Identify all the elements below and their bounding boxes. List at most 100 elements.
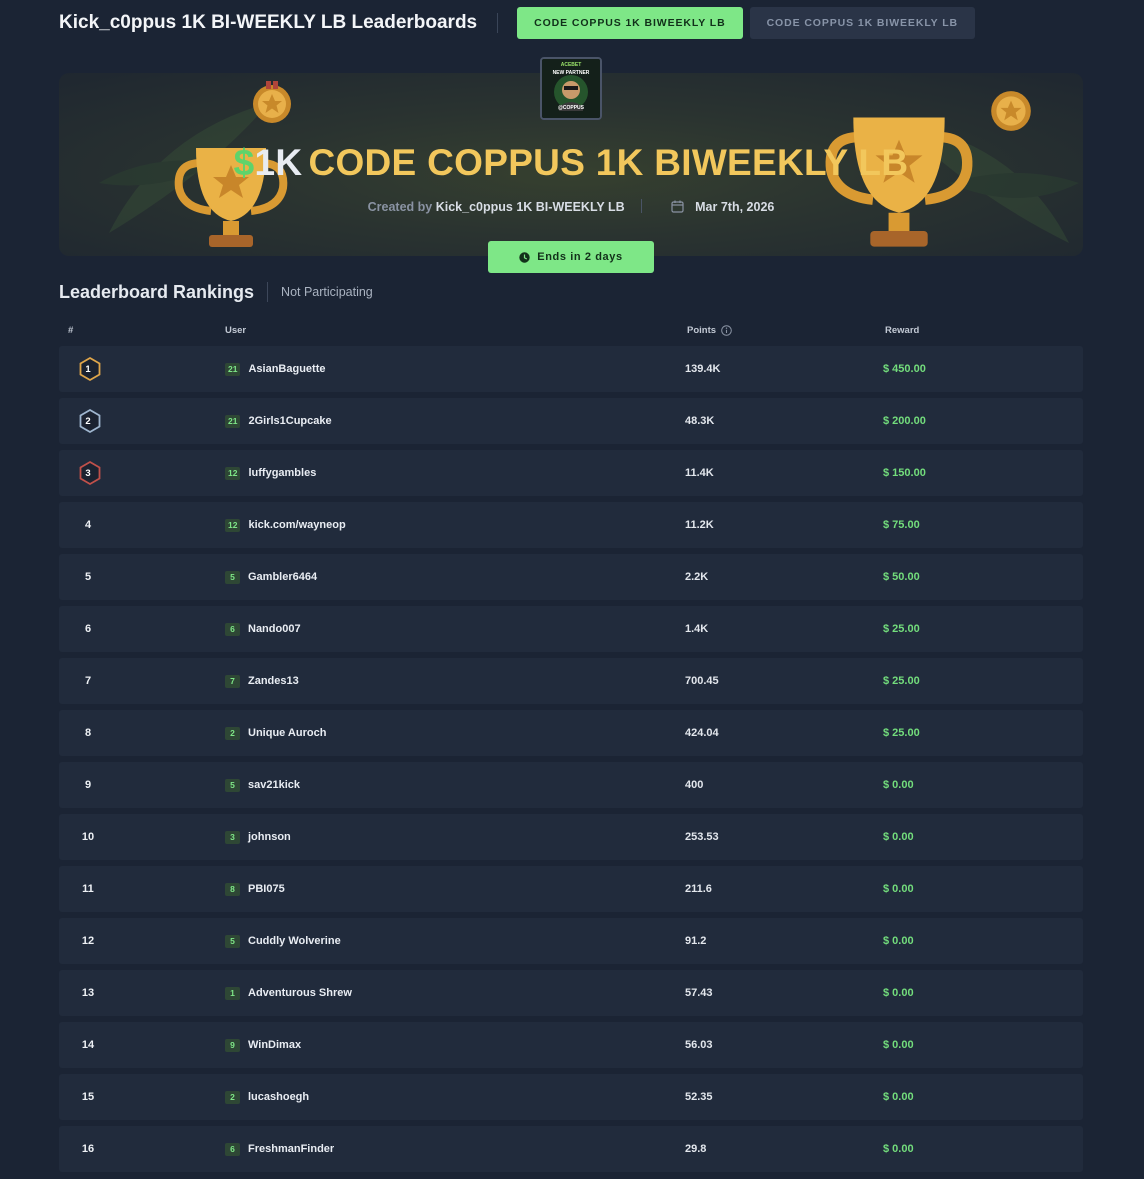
user-cell[interactable]: 12 luffygambles xyxy=(225,450,316,496)
top-bar: Kick_c0ppus 1K BI-WEEKLY LB Leaderboards… xyxy=(59,7,1144,39)
user-cell[interactable]: 12 kick.com/wayneop xyxy=(225,502,346,548)
title-divider xyxy=(497,13,499,33)
rank-cell: 9 xyxy=(77,762,99,808)
avatar-brand: ACEBET xyxy=(560,62,582,68)
reward-cell: $ 0.00 xyxy=(883,1143,914,1155)
table-row[interactable]: 7 7 Zandes13 700.45 $ 25.00 xyxy=(59,658,1083,704)
info-icon[interactable] xyxy=(721,325,732,336)
leaderboard-table: 1 21 AsianBaguette 139.4K $ 450.00 2 21 2Girls1… xyxy=(59,346,1083,1178)
points-cell: 29.8 xyxy=(685,1143,707,1155)
user-level-badge: 2 xyxy=(225,726,240,740)
user-cell[interactable]: 5 Gambler6464 xyxy=(225,554,317,600)
user-level-badge: 5 xyxy=(225,934,240,948)
reward-cell: $ 0.00 xyxy=(883,831,914,843)
table-row[interactable]: 12 5 Cuddly Wolverine 91.2 $ 0.00 xyxy=(59,918,1083,964)
table-row[interactable]: 1 21 AsianBaguette 139.4K $ 450.00 xyxy=(59,346,1083,392)
user-cell[interactable]: 2 lucashoegh xyxy=(225,1074,309,1120)
user-cell[interactable]: 21 AsianBaguette xyxy=(225,346,326,392)
table-row[interactable]: 4 12 kick.com/wayneop 11.2K $ 75.00 xyxy=(59,502,1083,548)
user-cell[interactable]: 8 PBI075 xyxy=(225,866,285,912)
user-level-badge: 5 xyxy=(225,778,240,792)
points-cell: 424.04 xyxy=(685,727,719,739)
rank-cell: 15 xyxy=(77,1074,99,1120)
user-level-badge: 21 xyxy=(225,414,241,428)
rankings-title: Leaderboard Rankings xyxy=(59,281,255,302)
user-level-badge: 12 xyxy=(225,518,241,532)
participation-status: Not Participating xyxy=(281,285,373,299)
rank-cell: 5 xyxy=(77,554,99,600)
reward-cell: $ 0.00 xyxy=(883,935,914,947)
points-cell: 91.2 xyxy=(685,935,707,947)
points-header-label: Points xyxy=(687,325,717,336)
user-cell[interactable]: 3 johnson xyxy=(225,814,291,860)
rank-number: 5 xyxy=(84,571,92,583)
username: Unique Auroch xyxy=(248,727,327,739)
user-cell[interactable]: 1 Adventurous Shrew xyxy=(225,970,352,1016)
username: WinDimax xyxy=(248,1039,302,1051)
user-cell[interactable]: 5 sav21kick xyxy=(225,762,300,808)
table-row[interactable]: 5 5 Gambler6464 2.2K $ 50.00 xyxy=(59,554,1083,600)
rank-cell: 8 xyxy=(77,710,99,756)
rank-medal-icon: 3 xyxy=(77,460,101,486)
user-level-badge: 5 xyxy=(225,570,240,584)
table-row[interactable]: 8 2 Unique Auroch 424.04 $ 25.00 xyxy=(59,710,1083,756)
rank-number: 4 xyxy=(84,519,92,531)
table-row[interactable]: 3 12 luffygambles 11.4K $ 150.00 xyxy=(59,450,1083,496)
username: lucashoegh xyxy=(248,1091,310,1103)
points-cell: 2.2K xyxy=(685,571,709,583)
rank-number: 7 xyxy=(84,675,92,687)
user-cell[interactable]: 5 Cuddly Wolverine xyxy=(225,918,341,964)
rank-cell: 14 xyxy=(77,1022,99,1068)
table-row[interactable]: 14 9 WinDimax 56.03 $ 0.00 xyxy=(59,1022,1083,1068)
table-row[interactable]: 2 21 2Girls1Cupcake 48.3K $ 200.00 xyxy=(59,398,1083,444)
avatar-tagline: NEW PARTNER xyxy=(552,70,590,76)
points-cell: 11.4K xyxy=(685,467,714,479)
rank-medal-icon: 2 xyxy=(77,408,101,434)
reward-cell: $ 50.00 xyxy=(883,571,920,583)
table-row[interactable]: 15 2 lucashoegh 52.35 $ 0.00 xyxy=(59,1074,1083,1120)
table-row[interactable]: 9 5 sav21kick 400 $ 0.00 xyxy=(59,762,1083,808)
user-cell[interactable]: 7 Zandes13 xyxy=(225,658,299,704)
table-row[interactable]: 13 1 Adventurous Shrew 57.43 $ 0.00 xyxy=(59,970,1083,1016)
tab-leaderboard-secondary[interactable]: CODE COPPUS 1K BIWEEKLY LB xyxy=(749,7,975,39)
column-header-reward: Reward xyxy=(885,325,920,336)
user-level-badge: 21 xyxy=(225,362,241,376)
user-level-badge: 3 xyxy=(225,830,240,844)
rank-cell: 12 xyxy=(77,918,99,964)
user-cell[interactable]: 21 2Girls1Cupcake xyxy=(225,398,332,444)
ends-in-button[interactable]: Ends in 2 days xyxy=(488,241,654,273)
reward-cell: $ 0.00 xyxy=(883,779,914,791)
rank-number: 11 xyxy=(82,883,94,895)
leaderboard-name: CODE COPPUS 1K BIWEEKLY LB xyxy=(308,142,909,183)
user-level-badge: 12 xyxy=(225,466,241,480)
rank-number: 15 xyxy=(81,1091,95,1103)
user-cell[interactable]: 6 Nando007 xyxy=(225,606,301,652)
table-row[interactable]: 6 6 Nando007 1.4K $ 25.00 xyxy=(59,606,1083,652)
tab-leaderboard-active[interactable]: CODE COPPUS 1K BIWEEKLY LB xyxy=(517,7,743,39)
username: PBI075 xyxy=(248,883,285,895)
user-cell[interactable]: 2 Unique Auroch xyxy=(225,710,326,756)
rank-number: 6 xyxy=(84,623,92,635)
table-row[interactable]: 16 6 FreshmanFinder 29.8 $ 0.00 xyxy=(59,1126,1083,1172)
ends-in-label: Ends in 2 days xyxy=(537,251,623,263)
username: AsianBaguette xyxy=(248,363,326,375)
meta-divider xyxy=(641,199,643,213)
rank-number: 8 xyxy=(84,727,92,739)
user-level-badge: 7 xyxy=(225,674,240,688)
points-cell: 56.03 xyxy=(685,1039,713,1051)
username: johnson xyxy=(248,831,291,843)
points-cell: 11.2K xyxy=(685,519,714,531)
creator-avatar[interactable]: ACEBET NEW PARTNER @COPPUS xyxy=(540,57,602,120)
column-header-rank: # xyxy=(68,325,74,336)
username: 2Girls1Cupcake xyxy=(248,415,332,427)
username: Adventurous Shrew xyxy=(248,987,352,999)
table-row[interactable]: 11 8 PBI075 211.6 $ 0.00 xyxy=(59,866,1083,912)
reward-cell: $ 25.00 xyxy=(883,675,920,687)
table-row[interactable]: 10 3 johnson 253.53 $ 0.00 xyxy=(59,814,1083,860)
user-cell[interactable]: 9 WinDimax xyxy=(225,1022,301,1068)
points-cell: 1.4K xyxy=(685,623,709,635)
rank-cell: 7 xyxy=(77,658,99,704)
leaderboard-date: Mar 7th, 2026 xyxy=(695,200,775,214)
user-cell[interactable]: 6 FreshmanFinder xyxy=(225,1126,334,1172)
reward-cell: $ 0.00 xyxy=(883,987,914,999)
